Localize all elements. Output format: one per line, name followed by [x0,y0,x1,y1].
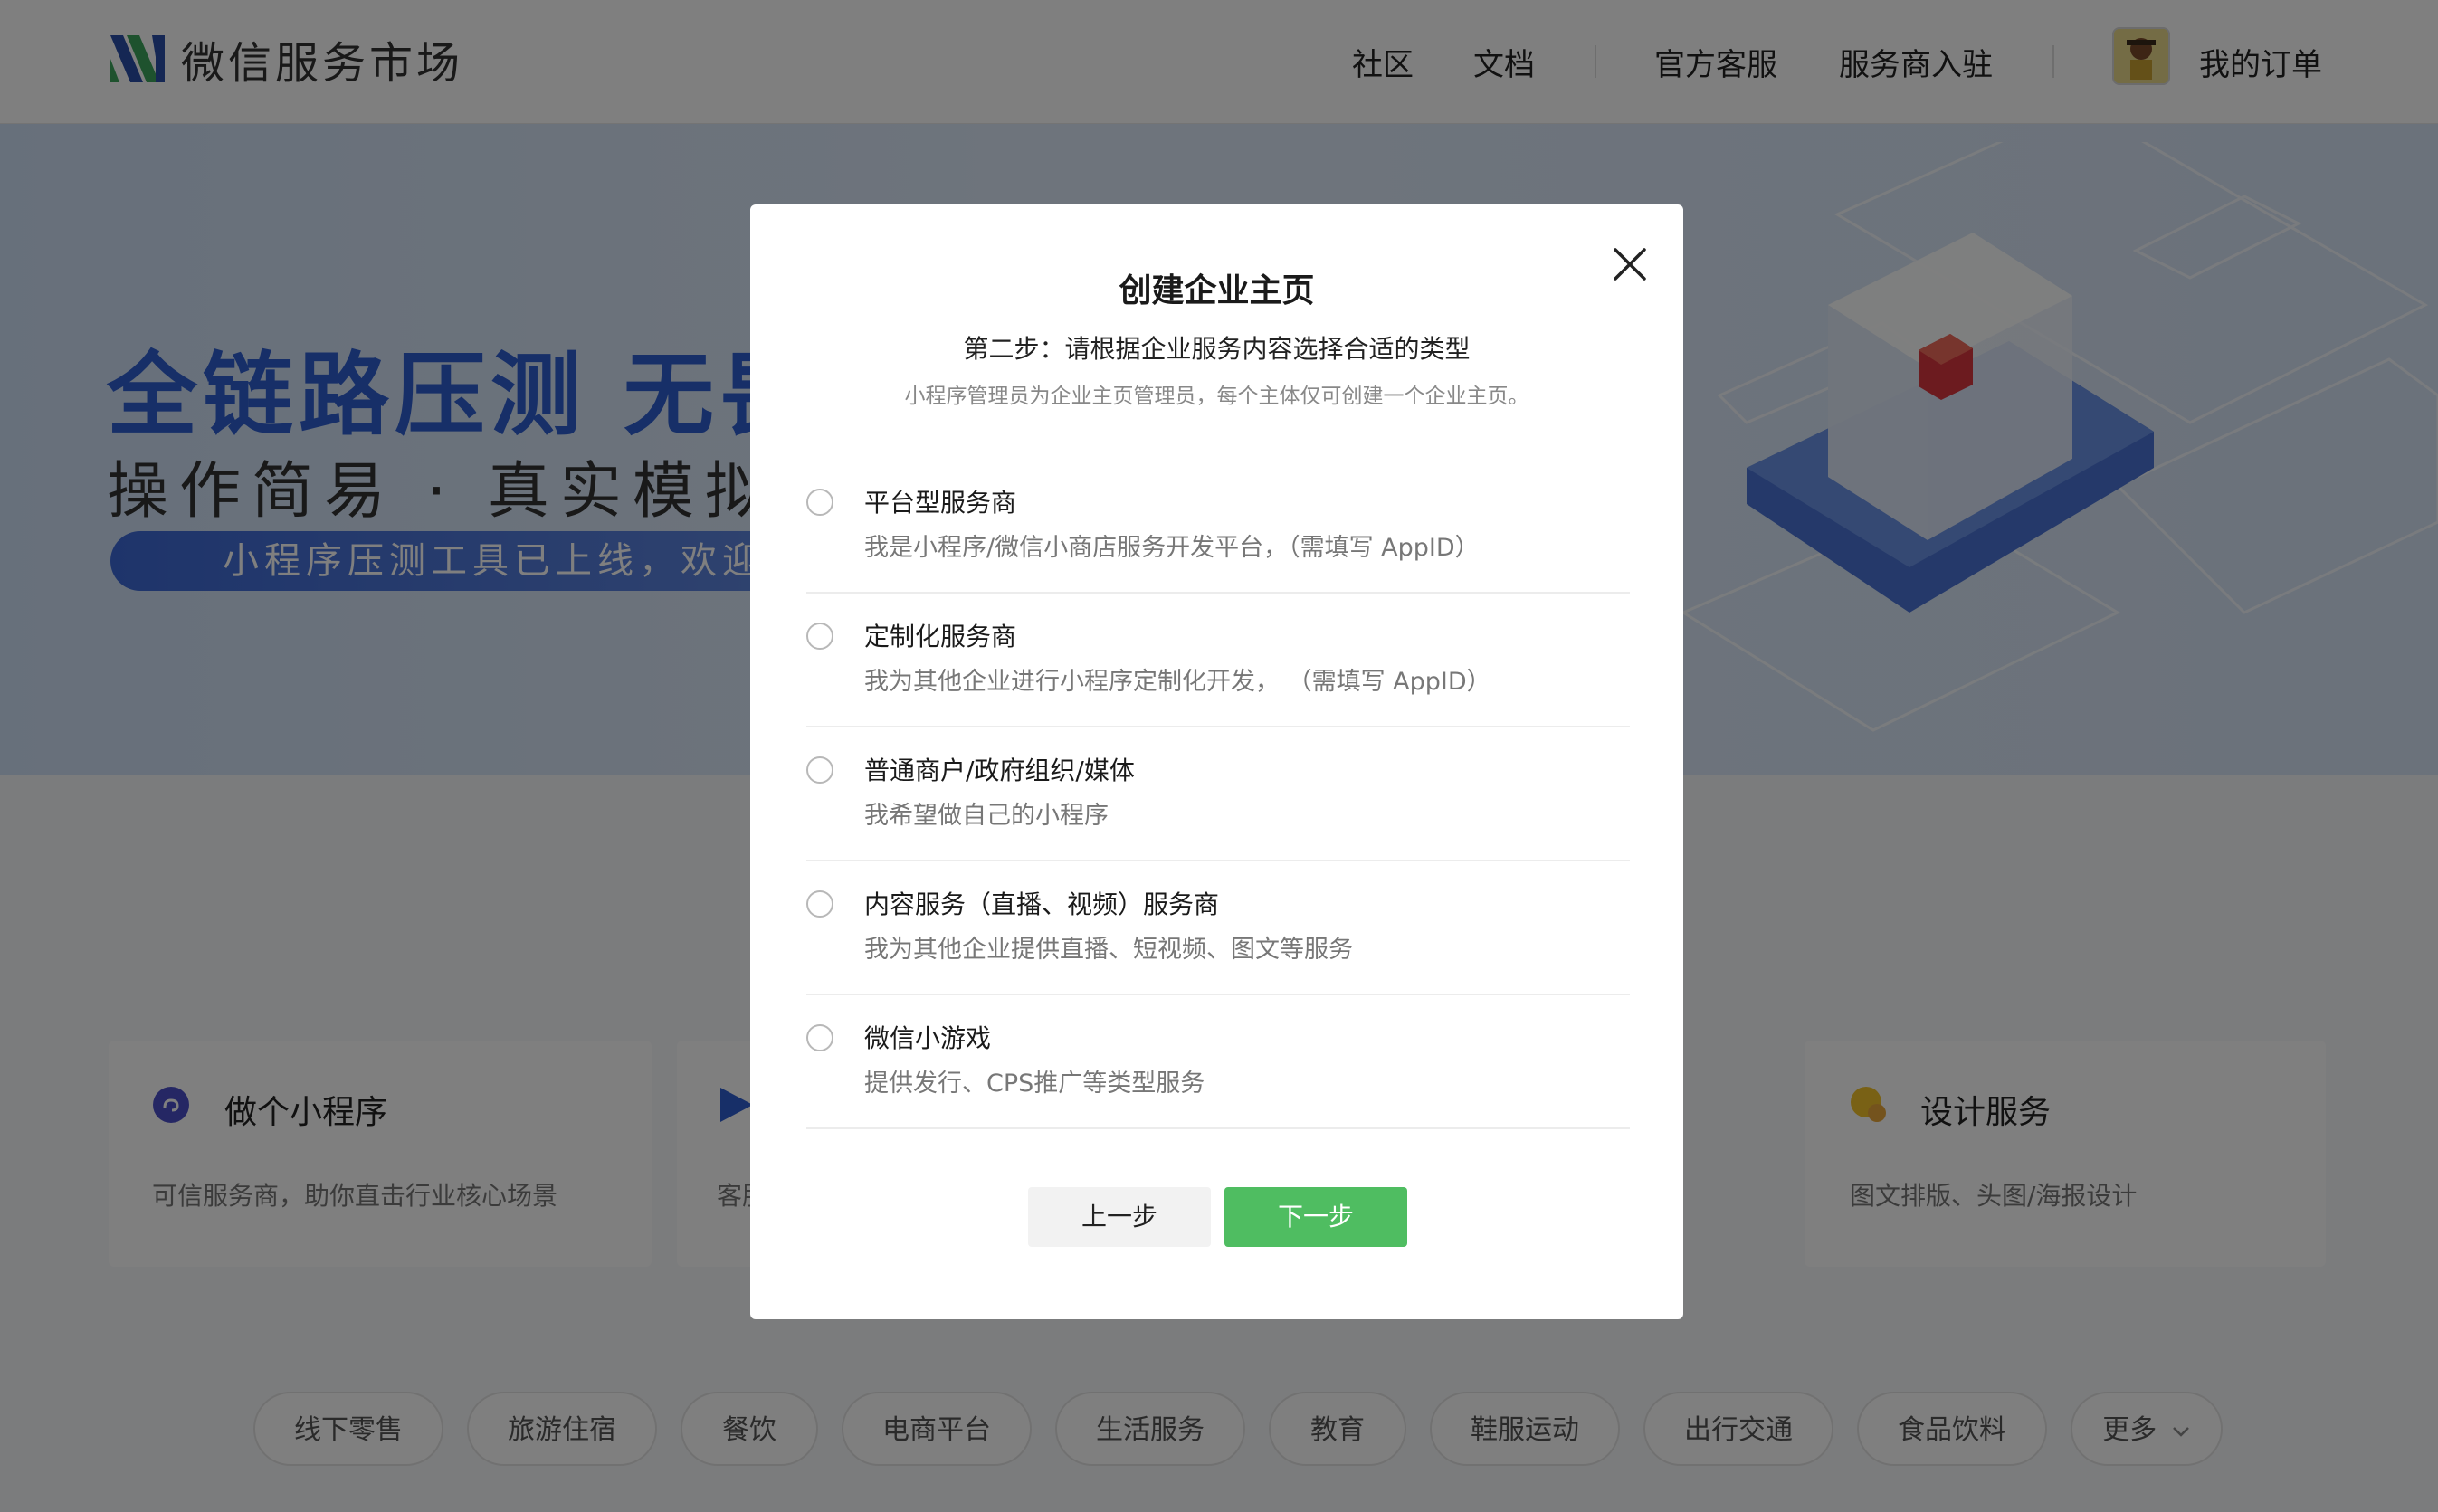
option-desc: 我为其他企业提供直播、短视频、图文等服务 [864,936,1353,964]
option-merchant-gov-media[interactable]: 普通商户/政府组织/媒体 我希望做自己的小程序 [806,727,1630,861]
dialog-step-text: 第二步：请根据企业服务内容选择合适的类型 [963,334,1471,364]
option-desc: 提供发行、CPS推广等类型服务 [864,1070,1205,1098]
radio-button[interactable] [806,1024,833,1051]
radio-button[interactable] [806,623,833,650]
radio-button[interactable] [806,756,833,784]
option-title: 普通商户/政府组织/媒体 [864,756,1135,785]
dialog-title: 创建企业主页 [1119,272,1315,309]
option-title: 平台型服务商 [864,488,1017,518]
option-desc: 我为其他企业进行小程序定制化开发， （需填写 AppID） [864,668,1491,696]
option-title: 定制化服务商 [864,622,1017,651]
option-platform-provider[interactable]: 平台型服务商 我是小程序/微信小商店服务开发平台，（需填写 AppID） [806,460,1630,594]
option-title: 内容服务（直播、视频）服务商 [864,889,1220,919]
radio-button[interactable] [806,890,833,918]
option-desc: 我是小程序/微信小商店服务开发平台，（需填写 AppID） [864,534,1480,562]
option-content-service-provider[interactable]: 内容服务（直播、视频）服务商 我为其他企业提供直播、短视频、图文等服务 [806,861,1630,995]
option-mini-game[interactable]: 微信小游戏 提供发行、CPS推广等类型服务 [806,995,1630,1129]
option-title: 微信小游戏 [864,1023,992,1053]
radio-button[interactable] [806,489,833,516]
dialog-note: 小程序管理员为企业主页管理员，每个主体仅可创建一个企业主页。 [904,385,1529,408]
option-custom-provider[interactable]: 定制化服务商 我为其他企业进行小程序定制化开发， （需填写 AppID） [806,594,1630,727]
create-enterprise-page-dialog: 创建企业主页 第二步：请根据企业服务内容选择合适的类型 小程序管理员为企业主页管… [750,204,1683,1319]
previous-step-button[interactable]: 上一步 [1028,1187,1211,1247]
next-step-button[interactable]: 下一步 [1224,1187,1407,1247]
option-desc: 我希望做自己的小程序 [864,802,1109,830]
